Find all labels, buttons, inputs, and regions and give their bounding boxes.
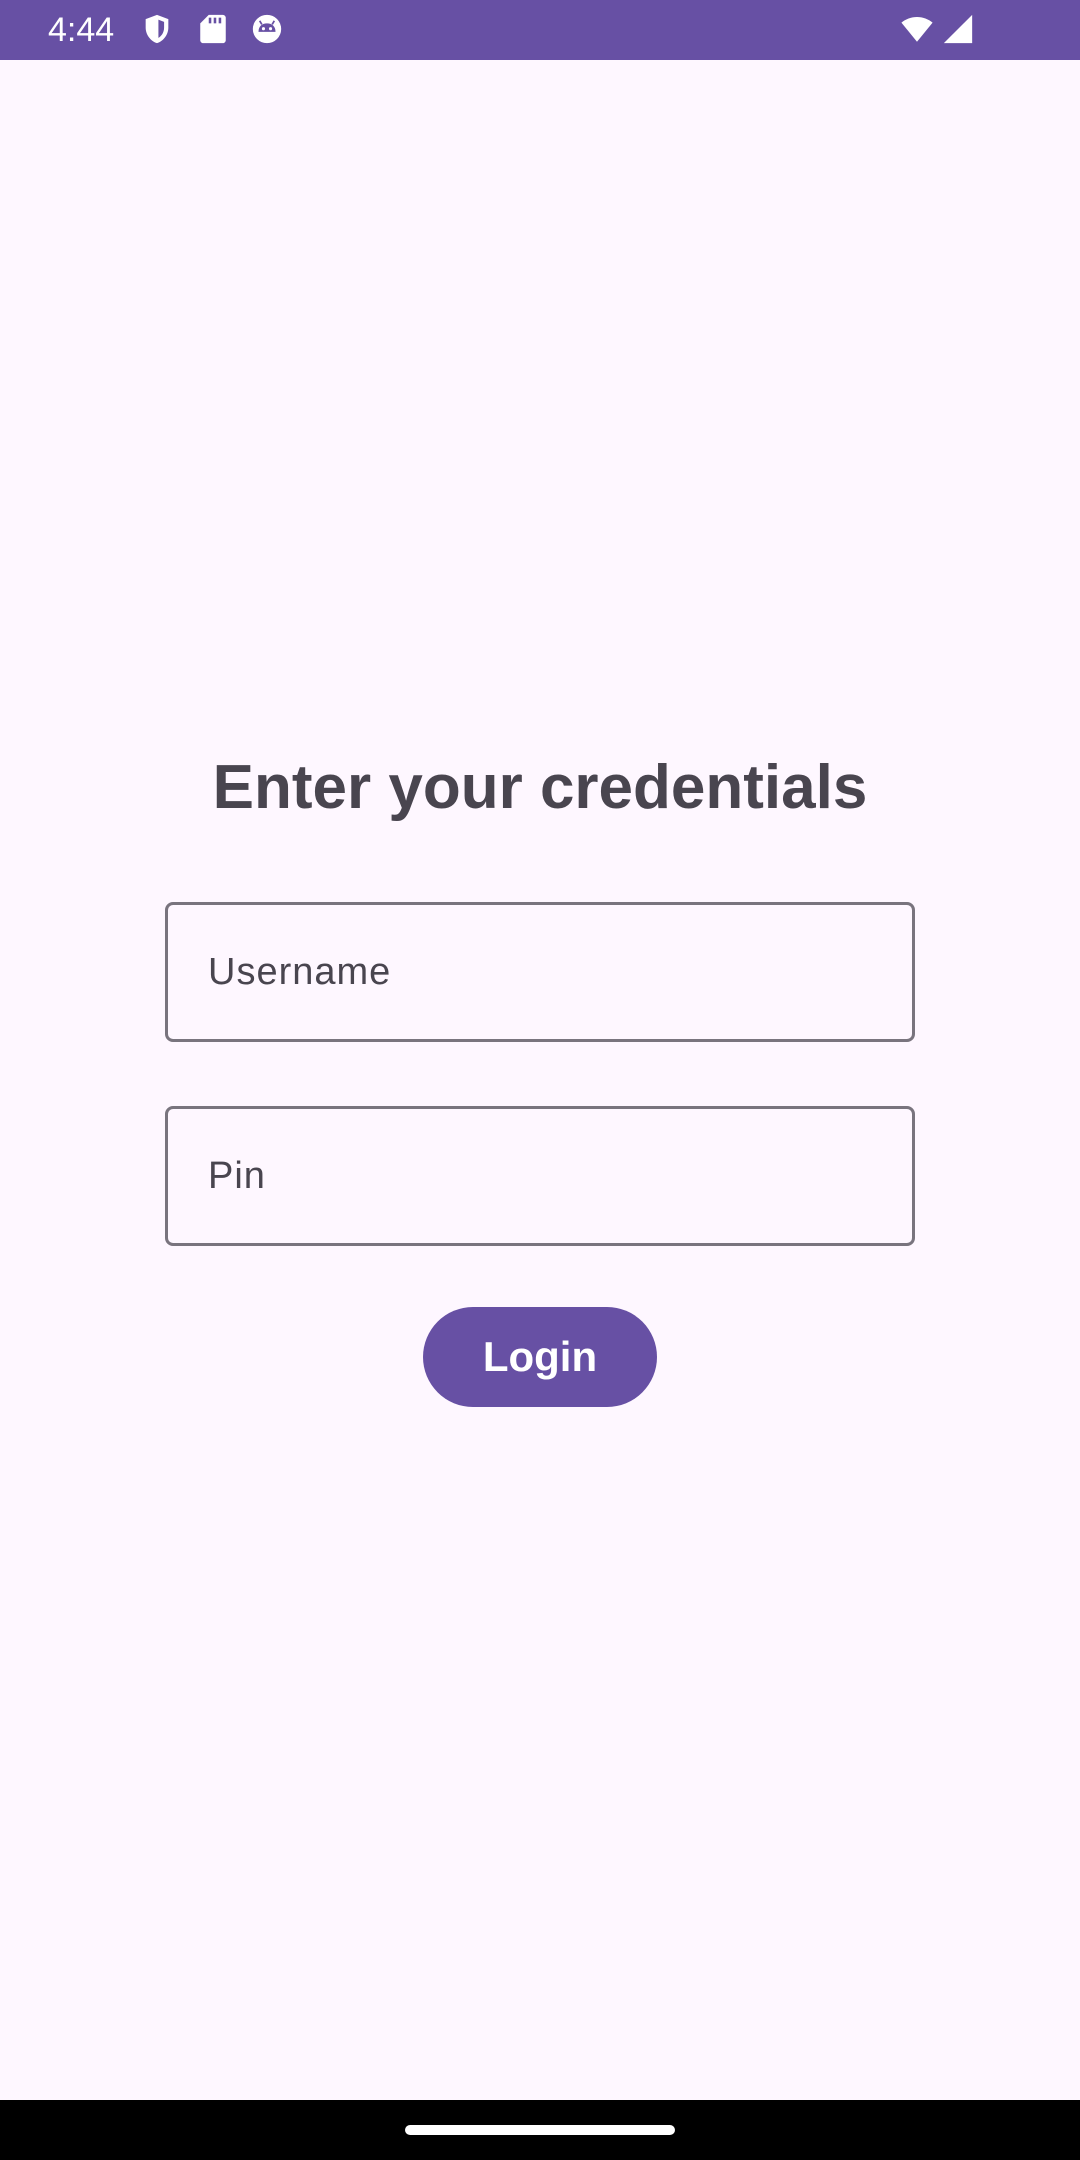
pin-input[interactable] <box>168 1109 912 1243</box>
username-input[interactable] <box>168 905 912 1039</box>
login-button[interactable]: Login <box>423 1307 657 1407</box>
robot-face-icon <box>250 12 284 46</box>
status-time: 4:44 <box>48 11 115 49</box>
shield-icon <box>140 12 174 46</box>
pin-field[interactable] <box>165 1106 915 1246</box>
wifi-icon <box>897 12 937 46</box>
login-screen: 4:44 Enter your credentials Login <box>0 0 1080 2160</box>
home-indicator[interactable] <box>405 2125 675 2135</box>
username-field[interactable] <box>165 902 915 1042</box>
sd-card-icon <box>196 12 230 46</box>
cell-signal-icon <box>940 12 976 46</box>
status-bar: 4:44 <box>0 0 1080 60</box>
page-title: Enter your credentials <box>212 753 868 822</box>
